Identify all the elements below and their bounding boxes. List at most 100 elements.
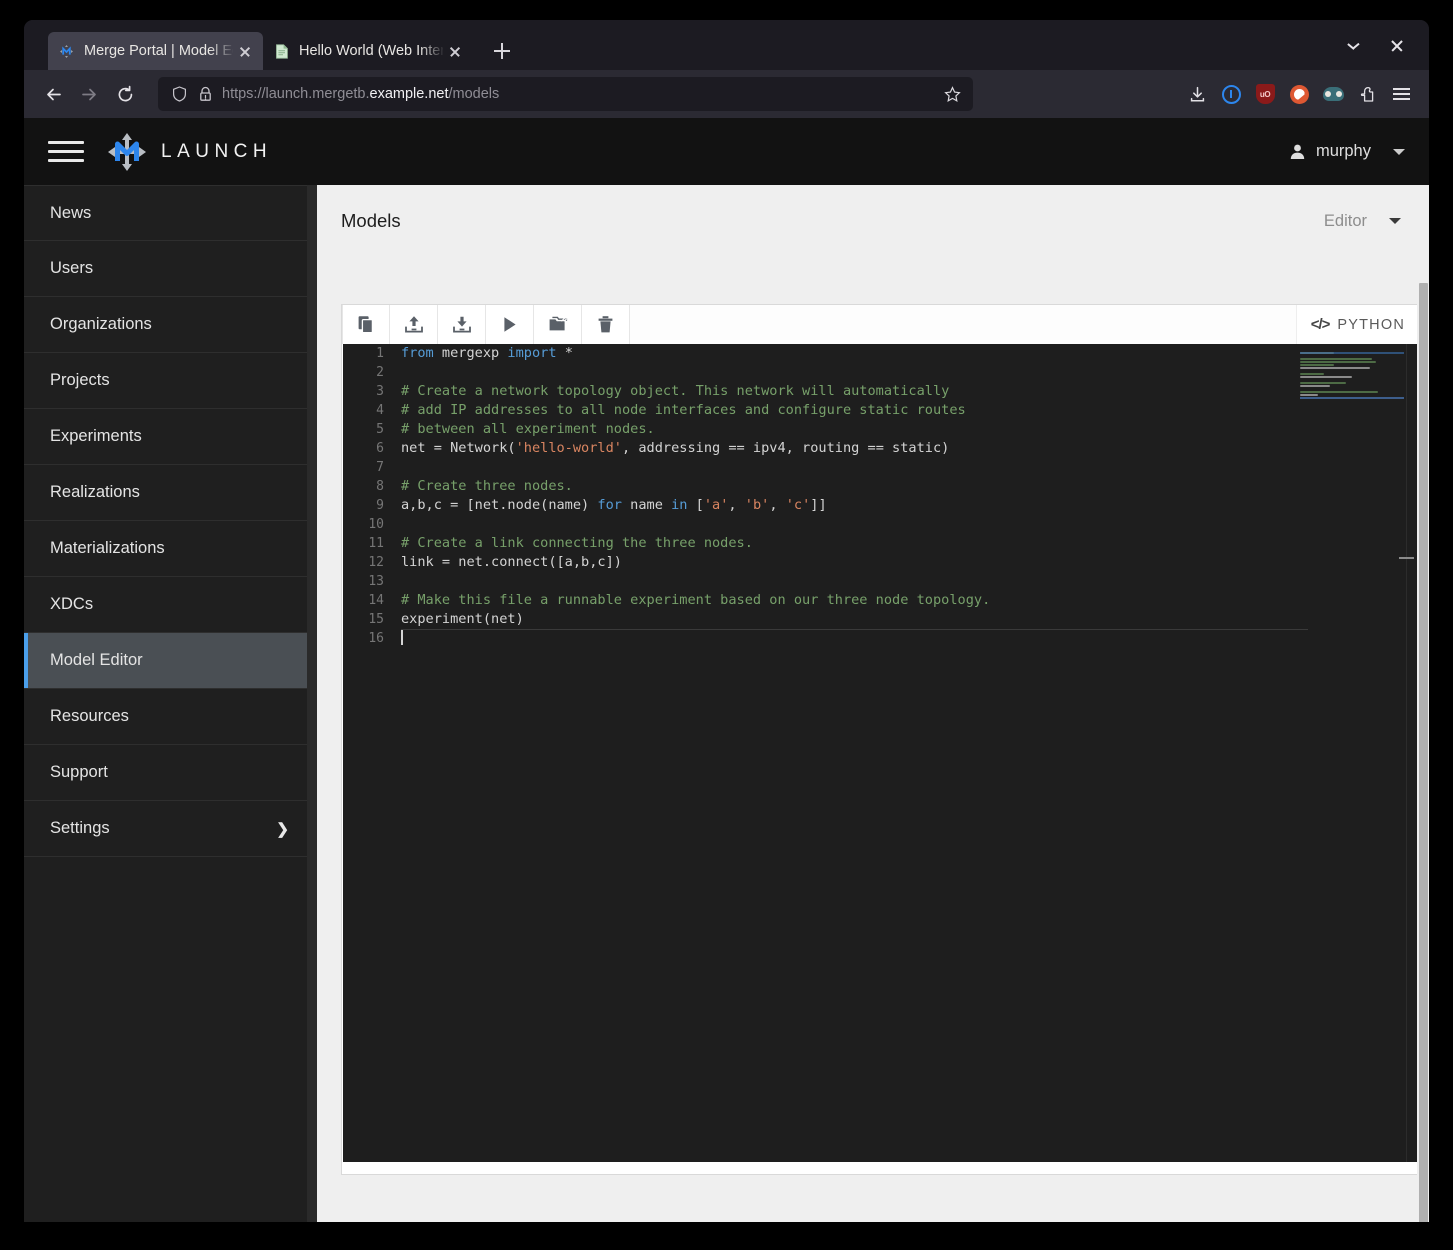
- sidebar-item-label: Organizations: [50, 315, 152, 333]
- user-menu[interactable]: murphy: [1289, 142, 1405, 161]
- code-line[interactable]: # add IP addresses to all node interface…: [401, 401, 1310, 420]
- brand-name: LAUNCH: [161, 140, 273, 162]
- page-scrollbar-track[interactable]: [1417, 185, 1429, 1222]
- url-bar[interactable]: https://launch.mergetb.example.net/model…: [158, 77, 973, 111]
- app-body: News Users Organizations Projects Experi…: [24, 185, 1429, 1222]
- line-number: 4: [376, 403, 384, 418]
- reload-button[interactable]: [108, 77, 142, 111]
- browser-tab-merge-portal[interactable]: Merge Portal | Model Ed: [48, 32, 263, 70]
- line-number: 14: [368, 593, 384, 608]
- code-line[interactable]: [401, 572, 1310, 591]
- code-token: for: [597, 497, 622, 513]
- code-token: a,b,c = [net.node(name): [401, 497, 598, 513]
- line-number: 6: [376, 441, 384, 456]
- line-number: 16: [368, 631, 384, 646]
- code-line[interactable]: [401, 515, 1310, 534]
- ublock-origin-icon[interactable]: uO: [1249, 78, 1281, 110]
- sidebar-item-materializations[interactable]: Materializations: [24, 521, 317, 577]
- extension-tray: uO: [1181, 78, 1417, 110]
- copy-button[interactable]: [342, 305, 390, 344]
- window-close-icon[interactable]: [1375, 29, 1419, 63]
- 1password-icon[interactable]: [1215, 78, 1247, 110]
- sidebar-item-realizations[interactable]: Realizations: [24, 465, 317, 521]
- code-line[interactable]: net = Network('hello-world', addressing …: [401, 439, 1310, 458]
- sidebar-item-model-editor[interactable]: Model Editor: [24, 633, 317, 689]
- line-number: 3: [376, 384, 384, 399]
- code-text[interactable]: from mergexp import * # Create a network…: [401, 344, 1310, 1162]
- code-token: , addressing == ipv4, routing == static): [621, 440, 950, 456]
- sidebar-item-news[interactable]: News: [24, 185, 317, 241]
- sidebar-item-settings[interactable]: Settings ❯: [24, 801, 317, 857]
- sidebar-item-projects[interactable]: Projects: [24, 353, 317, 409]
- code-token: mergexp: [441, 345, 508, 361]
- code-token: link = net.connect([a,b,c]): [401, 554, 622, 570]
- code-line[interactable]: # Create a link connecting the three nod…: [401, 534, 1310, 553]
- minimap-line: [1300, 393, 1318, 396]
- back-button[interactable]: [36, 77, 70, 111]
- shield-icon[interactable]: [166, 86, 192, 102]
- code-line[interactable]: # between all experiment nodes.: [401, 420, 1310, 439]
- minimap-line: [1300, 352, 1334, 355]
- code-line[interactable]: # Create three nodes.: [401, 477, 1310, 496]
- code-line[interactable]: [401, 458, 1310, 477]
- minimap[interactable]: [1300, 352, 1404, 399]
- sidebar-item-users[interactable]: Users: [24, 241, 317, 297]
- code-token: # between all experiment nodes.: [401, 421, 655, 437]
- code-line[interactable]: a,b,c = [net.node(name) for name in ['a'…: [401, 496, 1310, 515]
- extensions-icon[interactable]: [1351, 78, 1383, 110]
- sidebar-item-organizations[interactable]: Organizations: [24, 297, 317, 353]
- code-line[interactable]: # Make this file a runnable experiment b…: [401, 591, 1310, 610]
- window-controls: [1331, 29, 1419, 63]
- close-icon[interactable]: [235, 41, 255, 61]
- line-number: 1: [376, 346, 384, 361]
- sidebar-item-xdcs[interactable]: XDCs: [24, 577, 317, 633]
- code-editor[interactable]: 1 2 3 4 5 6 7 8 9 10 11 12 13 14 15 16 from mergexp imp…: [343, 344, 1420, 1162]
- duplicate-button[interactable]: [534, 305, 582, 344]
- app-menu-icon[interactable]: [1385, 78, 1417, 110]
- sidebar-item-resources[interactable]: Resources: [24, 689, 317, 745]
- download-button[interactable]: [438, 305, 486, 344]
- model-editor-card: </> PYTHON 1 2 3 4 5 6 7 8 9 10 11 12 13 14 15 16 from …: [341, 304, 1422, 1175]
- launch-logo-icon: [106, 131, 148, 173]
- tab-strip: Merge Portal | Model Ed Hello World (Web…: [24, 20, 1429, 70]
- new-tab-button[interactable]: [485, 34, 519, 68]
- chevron-down-icon[interactable]: [1393, 148, 1405, 155]
- code-token: 'hello-world': [515, 440, 622, 456]
- close-icon[interactable]: [445, 41, 465, 61]
- code-token: *: [556, 345, 573, 361]
- code-line[interactable]: link = net.connect([a,b,c]): [401, 553, 1310, 572]
- code-line[interactable]: [401, 629, 1310, 648]
- duckduckgo-icon[interactable]: [1283, 78, 1315, 110]
- delete-button[interactable]: [582, 305, 630, 344]
- downloads-icon[interactable]: [1181, 78, 1213, 110]
- brand[interactable]: LAUNCH: [106, 131, 272, 173]
- sidebar-item-label: News: [50, 203, 92, 222]
- privacy-badger-icon[interactable]: [1317, 78, 1349, 110]
- code-line[interactable]: [401, 363, 1310, 382]
- run-button[interactable]: [486, 305, 534, 344]
- sidebar-item-experiments[interactable]: Experiments: [24, 409, 317, 465]
- code-line[interactable]: # Create a network topology object. This…: [401, 382, 1310, 401]
- code-line[interactable]: experiment(net): [401, 610, 1310, 629]
- forward-button[interactable]: [72, 77, 106, 111]
- lock-warning-icon[interactable]: [192, 86, 218, 102]
- browser-tab-hello-world[interactable]: Hello World (Web Interf: [263, 32, 473, 70]
- upload-button[interactable]: [390, 305, 438, 344]
- url-text[interactable]: https://launch.mergetb.example.net/model…: [218, 86, 939, 102]
- code-line[interactable]: from mergexp import *: [401, 344, 1310, 363]
- chevron-down-icon[interactable]: [1389, 218, 1401, 224]
- minimap-line: [1300, 360, 1376, 364]
- page-scrollbar-thumb[interactable]: [1419, 283, 1428, 1222]
- sidebar-scrollbar[interactable]: [307, 185, 317, 1222]
- star-icon[interactable]: [939, 85, 965, 103]
- sidebar-item-label: Projects: [50, 371, 110, 389]
- user-icon: [1289, 143, 1306, 160]
- menu-toggle-icon[interactable]: [48, 136, 84, 168]
- editor-scrollbar[interactable]: [1406, 344, 1407, 1162]
- text-caret: [401, 630, 403, 645]
- view-mode-select[interactable]: Editor: [1324, 212, 1401, 231]
- sidebar-item-support[interactable]: Support: [24, 745, 317, 801]
- tab-list-chevron-icon[interactable]: [1331, 29, 1375, 63]
- page-title: Models: [341, 210, 401, 231]
- app-header: LAUNCH murphy: [24, 118, 1429, 185]
